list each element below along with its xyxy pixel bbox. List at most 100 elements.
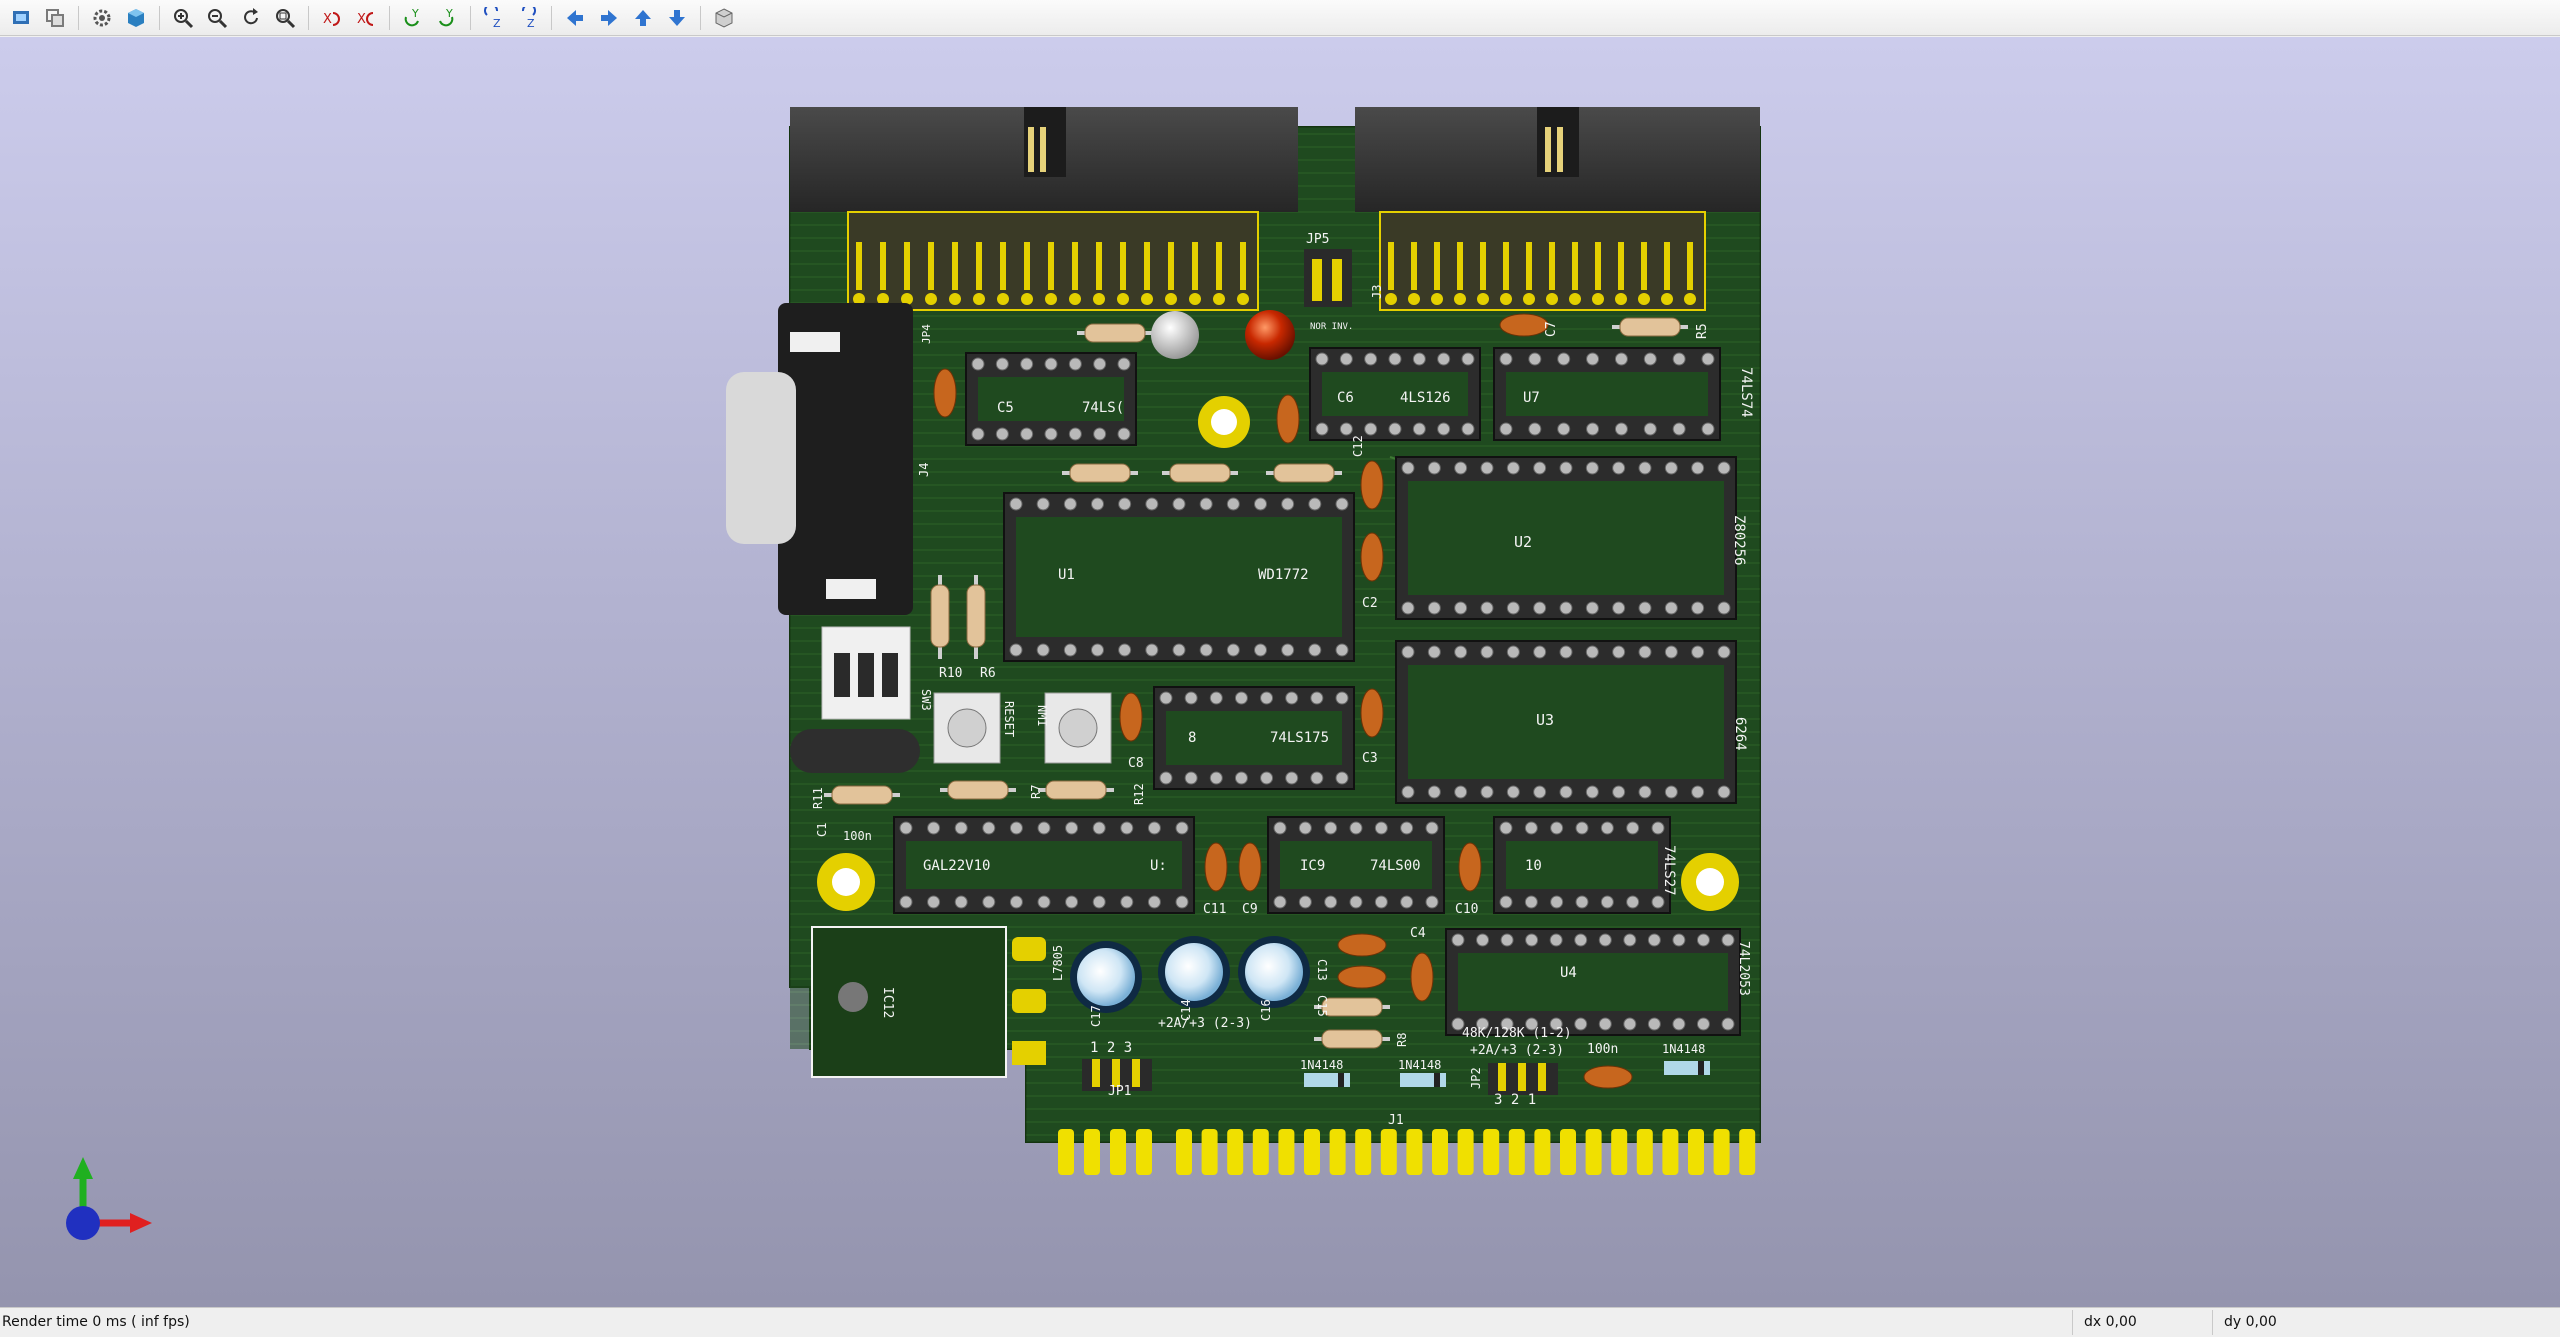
socket-pin (1672, 422, 1686, 436)
rotate-z-ccw-button[interactable]: Z (513, 3, 543, 33)
socket-pin (1092, 821, 1106, 835)
zoom-in-button[interactable] (168, 3, 198, 33)
silk-r5: R5 (1695, 323, 1710, 339)
render-raytrace-button[interactable] (6, 3, 36, 33)
svg-text:Z: Z (493, 17, 501, 29)
silk-c11: C11 (1203, 902, 1226, 917)
zoom-out-button[interactable] (202, 3, 232, 33)
rotate-y-ccw-button[interactable]: Y (432, 3, 462, 33)
toolbar-separator (470, 5, 471, 30)
socket-pin (1335, 497, 1349, 511)
silk-reset: RESET (1002, 701, 1016, 737)
3d-viewport[interactable]: JP5 NOR INV. JP4 J3 C5 74LS( C6 4LS126 C… (0, 37, 2560, 1307)
rotate-y-cw-button[interactable]: Y (398, 3, 428, 33)
header-pin (1388, 242, 1394, 290)
rotate-z-ccw-icon: Z (522, 6, 536, 29)
svg-text:Z: Z (527, 17, 535, 29)
orthographic-button[interactable] (709, 3, 739, 33)
resistor-body (1069, 463, 1131, 483)
rotate-x-ccw-icon: X (357, 12, 374, 27)
edge-finger (1329, 1129, 1346, 1175)
socket-pin (1672, 352, 1686, 366)
socket-pin (1585, 785, 1599, 799)
dip-switch (821, 626, 911, 720)
resistor-body (947, 780, 1009, 800)
status-bar: Render time 0 ms ( inf fps) dx 0,00 dy 0… (0, 1307, 2560, 1337)
header-pad (997, 293, 1009, 305)
view-cube-icon (128, 8, 144, 27)
ceramic-capacitor (1119, 692, 1143, 742)
socket-pin (1315, 422, 1329, 436)
socket-pin (1550, 895, 1564, 909)
pan-left-button[interactable] (560, 3, 590, 33)
zoom-fit-button[interactable] (270, 3, 300, 33)
svg-text:Y: Y (411, 7, 419, 20)
y-axis-arrow (73, 1157, 93, 1179)
silk-u2: U2 (1514, 533, 1532, 551)
header-pin (1664, 242, 1670, 290)
rotate-z-cw-button[interactable]: Z (479, 3, 509, 33)
socket-pin (1559, 785, 1573, 799)
socket-pin (1335, 643, 1349, 657)
header-pin (976, 242, 982, 290)
ceramic-capacitor (1360, 532, 1384, 582)
silk-r12: R12 (1132, 783, 1146, 805)
header-pad (973, 293, 985, 305)
socket-pin (1117, 427, 1131, 441)
pan-down-button[interactable] (662, 3, 692, 33)
header-pad (1523, 293, 1535, 305)
socket-pin (1298, 821, 1312, 835)
header-pad (1592, 293, 1604, 305)
socket-pin (1068, 357, 1082, 371)
socket-pin (1664, 461, 1678, 475)
socket-pin (1701, 422, 1715, 436)
header-pad (1045, 293, 1057, 305)
pan-left-icon (567, 9, 583, 26)
socket-pin (1324, 895, 1338, 909)
socket-pin (971, 357, 985, 371)
rotate-x-cw-button[interactable]: X (317, 3, 347, 33)
socket-pin (1499, 895, 1513, 909)
pan-up-button[interactable] (628, 3, 658, 33)
rotate-x-ccw-button[interactable]: X (351, 3, 381, 33)
silk-c12: C12 (1351, 435, 1365, 457)
socket-pin (1600, 895, 1614, 909)
pcb-render: JP5 NOR INV. JP4 J3 C5 74LS( C6 4LS126 C… (66, 107, 1761, 1240)
socket-pin (1036, 497, 1050, 511)
socket-pin (1533, 601, 1547, 615)
socket-pin (1400, 821, 1414, 835)
socket-pin (995, 357, 1009, 371)
silk-c10: C10 (1455, 902, 1478, 917)
redraw-button[interactable] (236, 3, 266, 33)
socket-pin (1643, 352, 1657, 366)
silk-ic12: IC12 (880, 987, 895, 1018)
socket-pin (1118, 643, 1132, 657)
header-pad (1021, 293, 1033, 305)
edge-finger (1304, 1129, 1320, 1175)
header-pin (1618, 242, 1624, 290)
copy-image-button[interactable] (40, 3, 70, 33)
resistor-body (1273, 463, 1335, 483)
header-pad (1500, 293, 1512, 305)
header-pin (1687, 242, 1693, 290)
silk-l7805: L7805 (1051, 945, 1065, 981)
header-pin (904, 242, 910, 290)
silk-1n4148-a: 1N4148 (1300, 1058, 1343, 1072)
toolbar-separator (159, 5, 160, 30)
socket-pin (1524, 895, 1538, 909)
socket-pin (1093, 427, 1107, 441)
socket-pin (1528, 352, 1542, 366)
red-led (1245, 310, 1295, 360)
header-pad (1477, 293, 1489, 305)
socket-pin (1388, 352, 1402, 366)
silk-c4: C4 (1410, 926, 1426, 941)
socket-pin (1172, 497, 1186, 511)
view-cube-button[interactable] (121, 3, 151, 33)
socket-pin (1651, 821, 1665, 835)
socket-pin (1499, 821, 1513, 835)
socket-pin (1172, 643, 1186, 657)
pan-right-button[interactable] (594, 3, 624, 33)
settings-button[interactable] (87, 3, 117, 33)
socket-pin (1427, 645, 1441, 659)
socket-pin (1701, 352, 1715, 366)
